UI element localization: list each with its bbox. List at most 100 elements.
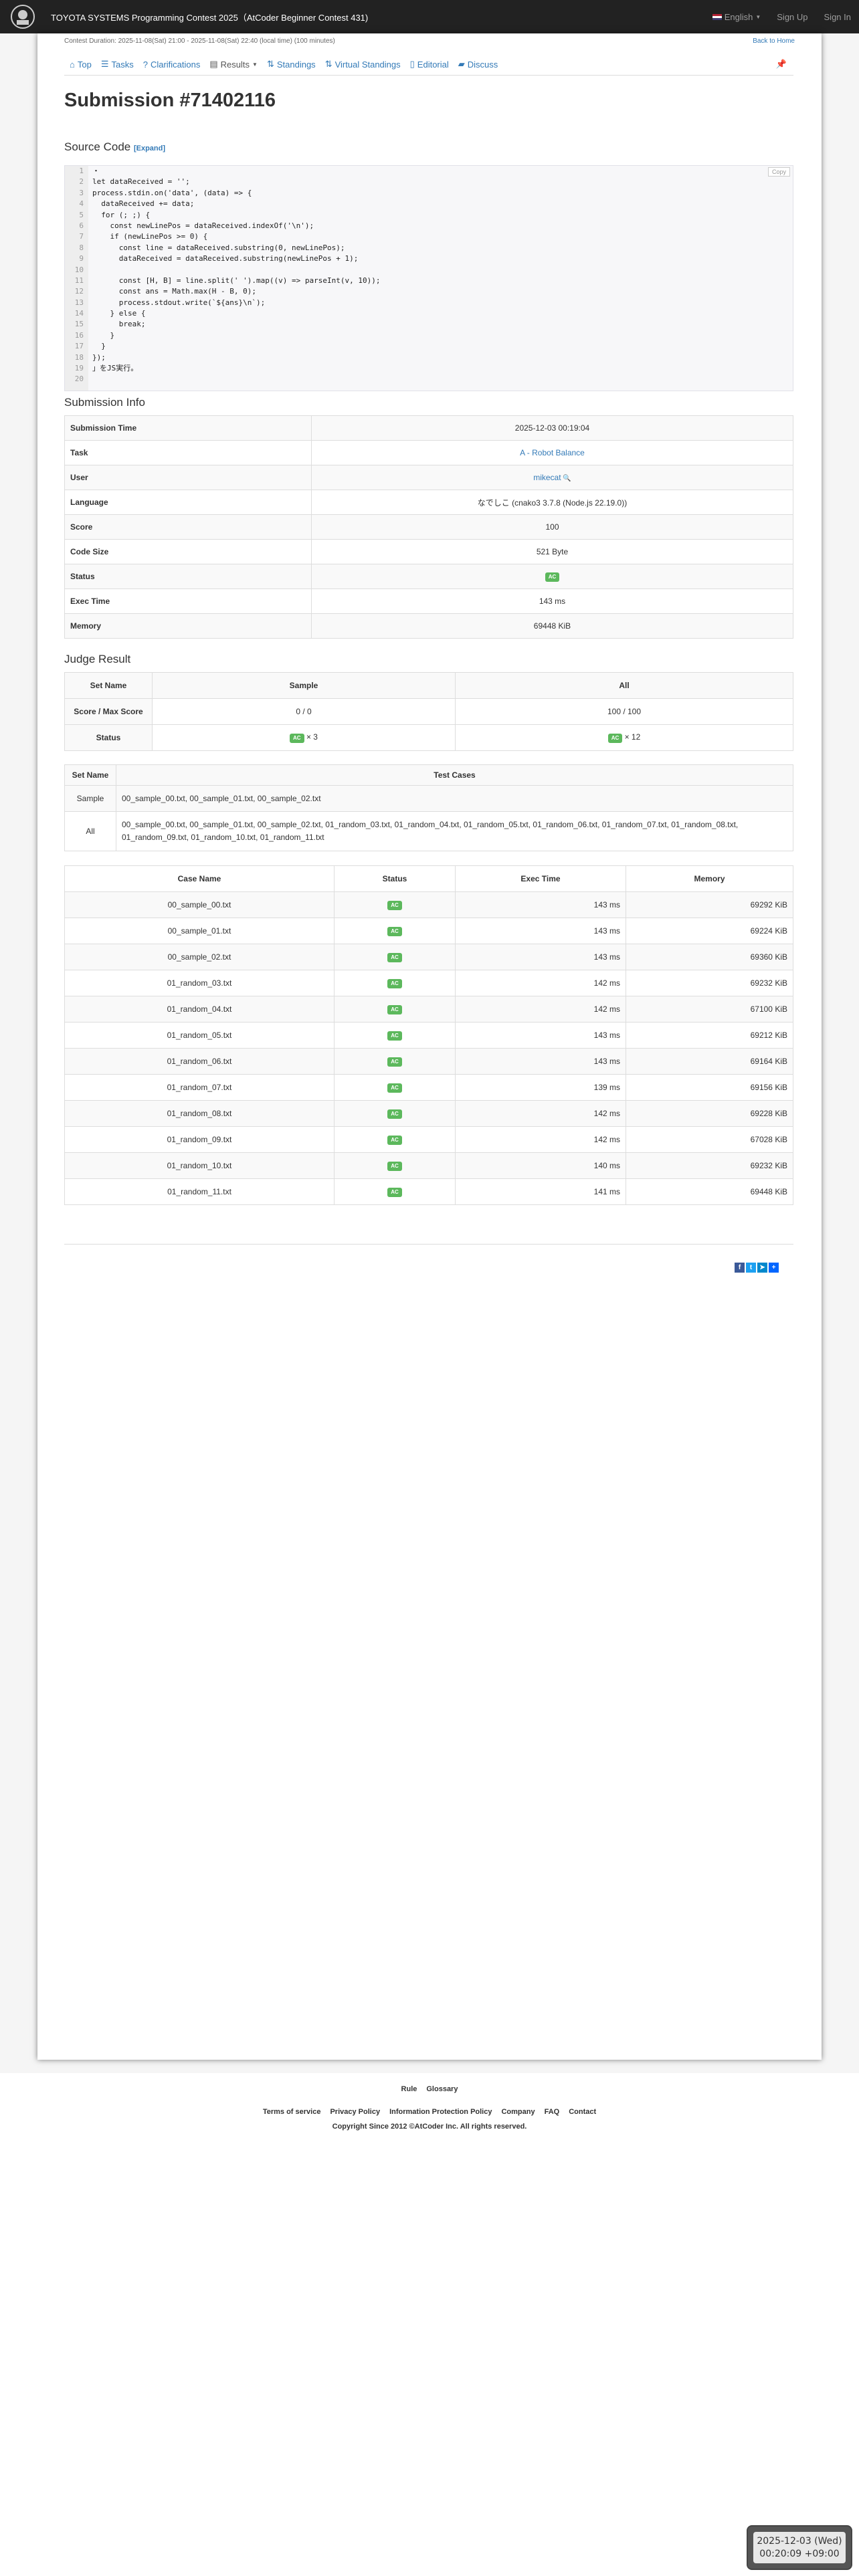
- tab-discuss[interactable]: ▰ Discuss: [454, 53, 503, 75]
- case-name: 01_random_05.txt: [64, 1022, 335, 1049]
- case-name: 01_random_11.txt: [64, 1178, 335, 1205]
- atcoder-logo[interactable]: [8, 2, 37, 31]
- case-exec-time: 143 ms: [455, 944, 626, 970]
- table-row: 00_sample_01.txt AC 143 ms 69224 KiB: [64, 918, 793, 944]
- col-case-name: Case Name: [64, 865, 335, 892]
- case-memory: 69212 KiB: [626, 1022, 793, 1049]
- footer-link-contact[interactable]: Contact: [569, 2108, 596, 2116]
- footer-link-company[interactable]: Company: [501, 2108, 535, 2116]
- tab-clarifications[interactable]: ? Clarifications: [138, 53, 205, 75]
- ac-badge: AC: [387, 1057, 402, 1067]
- code-line: 14 } else {: [65, 308, 793, 319]
- main-container: Contest Duration: 2025-11-08(Sat) 21:00 …: [37, 33, 822, 2060]
- info-row: Exec Time 143 ms: [64, 588, 793, 614]
- tab-results[interactable]: ▤ Results ▼: [205, 53, 262, 75]
- info-value-text: 100: [545, 522, 559, 532]
- signup-link[interactable]: Sign Up: [777, 12, 807, 22]
- case-name: 00_sample_01.txt: [64, 918, 335, 944]
- line-content: process.stdin.on('data', (data) => {: [92, 188, 252, 197]
- ac-badge: AC: [387, 927, 402, 936]
- code-lines: 1 ・ 2 let dataReceived = ''; 3 process.stdin.…: [65, 166, 793, 385]
- info-label: User: [64, 465, 312, 490]
- info-value-text: 69448 KiB: [533, 621, 571, 631]
- set-cases: 00_sample_00.txt, 00_sample_01.txt, 00_s…: [116, 785, 793, 812]
- ac-badge: AC: [607, 734, 623, 743]
- col-sample: Sample: [152, 672, 456, 699]
- case-memory: 67100 KiB: [626, 996, 793, 1023]
- contest-nav: ⌂ Top ☰ Tasks ? Clarifications ▤ Results ▼ ⇅ S…: [64, 53, 793, 76]
- telegram-icon[interactable]: ➤: [757, 1263, 767, 1273]
- case-exec-time: 143 ms: [455, 1022, 626, 1049]
- col-all: All: [455, 672, 793, 699]
- line-number: 12: [74, 287, 84, 296]
- language-label: English: [724, 11, 753, 22]
- case-exec-time: 143 ms: [455, 891, 626, 918]
- tab-virtual-standings[interactable]: ⇅ Virtual Standings: [320, 53, 405, 75]
- tab-top[interactable]: ⌂ Top: [64, 53, 96, 75]
- case-status: AC: [334, 1022, 456, 1049]
- test-sets-table: Set Name Test Cases Sample 00_sample_00.…: [64, 764, 793, 851]
- line-number: 9: [79, 254, 84, 263]
- tab-label: Results: [220, 59, 250, 70]
- info-label: Language: [64, 490, 312, 515]
- line-number: 8: [79, 243, 84, 252]
- footer-link-privacy[interactable]: Privacy Policy: [330, 2108, 380, 2116]
- expand-link[interactable]: [Expand]: [134, 144, 165, 152]
- contest-title[interactable]: TOYOTA SYSTEMS Programming Contest 2025（…: [51, 11, 368, 23]
- search-icon[interactable]: 🔍: [561, 475, 571, 482]
- table-row: 00_sample_02.txt AC 143 ms 69360 KiB: [64, 944, 793, 970]
- info-row: Task A - Robot Balance: [64, 440, 793, 465]
- copyright: Copyright Since 2012 ©AtCoder Inc. All r…: [332, 2123, 527, 2131]
- footer-link-faq[interactable]: FAQ: [545, 2108, 560, 2116]
- code-line: 5 for (; ;) {: [65, 210, 793, 221]
- line-number: 15: [74, 320, 84, 329]
- tab-label: Standings: [276, 59, 316, 70]
- footer: Rule Glossary Terms of service Privacy P…: [0, 2085, 859, 2131]
- code-line: 10: [65, 265, 793, 276]
- signin-link[interactable]: Sign In: [824, 12, 851, 22]
- line-number: 4: [79, 199, 84, 209]
- ac-badge: AC: [387, 901, 402, 910]
- copy-button[interactable]: Copy: [767, 167, 790, 177]
- user-link[interactable]: mikecat: [533, 473, 561, 482]
- judge-result-heading: Judge Result: [64, 653, 131, 665]
- footer-link-rule[interactable]: Rule: [401, 2085, 417, 2093]
- twitter-icon[interactable]: t: [746, 1263, 756, 1273]
- code-line: 11 const [H, B] = line.split(' ').map((v…: [65, 276, 793, 286]
- code-line: 17 }: [65, 341, 793, 352]
- ac-badge: AC: [387, 979, 402, 988]
- pin-icon[interactable]: 📌: [776, 59, 787, 70]
- back-to-home-link[interactable]: Back to Home: [753, 37, 795, 45]
- info-value-text: 521 Byte: [536, 547, 569, 556]
- line-content: for (; ;) {: [92, 210, 151, 219]
- share-plus-icon[interactable]: +: [769, 1263, 779, 1273]
- tab-editorial[interactable]: ▯ Editorial: [405, 53, 454, 75]
- tab-tasks[interactable]: ☰ Tasks: [96, 53, 138, 75]
- comment-icon: ▰: [458, 59, 465, 69]
- footer-link-info-protection[interactable]: Information Protection Policy: [389, 2108, 492, 2116]
- info-row: Submission Time 2025-12-03 00:19:04: [64, 415, 793, 441]
- task-link[interactable]: A - Robot Balance: [520, 448, 585, 457]
- case-status: AC: [334, 944, 456, 970]
- ac-badge: AC: [387, 1031, 402, 1041]
- footer-link-glossary[interactable]: Glossary: [426, 2085, 458, 2093]
- case-exec-time: 141 ms: [455, 1178, 626, 1205]
- info-value: なでしこ (cnako3 3.7.8 (Node.js 22.19.0)): [311, 490, 793, 515]
- case-memory: 69164 KiB: [626, 1048, 793, 1075]
- language-dropdown[interactable]: English ▼: [712, 12, 761, 22]
- tab-standings[interactable]: ⇅ Standings: [262, 53, 320, 75]
- table-row: 00_sample_00.txt AC 143 ms 69292 KiB: [64, 891, 793, 918]
- info-row: Memory 69448 KiB: [64, 613, 793, 639]
- facebook-icon[interactable]: f: [735, 1263, 745, 1273]
- info-row: Status AC: [64, 564, 793, 589]
- col-set-name: Set Name: [64, 764, 116, 786]
- footer-link-terms[interactable]: Terms of service: [263, 2108, 321, 2116]
- case-exec-time: 139 ms: [455, 1074, 626, 1101]
- case-exec-time: 142 ms: [455, 970, 626, 996]
- ac-badge: AC: [387, 1188, 402, 1197]
- case-status: AC: [334, 918, 456, 944]
- line-content: dataReceived += data;: [92, 199, 195, 209]
- all-status: AC × 12: [455, 724, 793, 751]
- info-label: Exec Time: [64, 588, 312, 614]
- line-number: 20: [74, 374, 84, 384]
